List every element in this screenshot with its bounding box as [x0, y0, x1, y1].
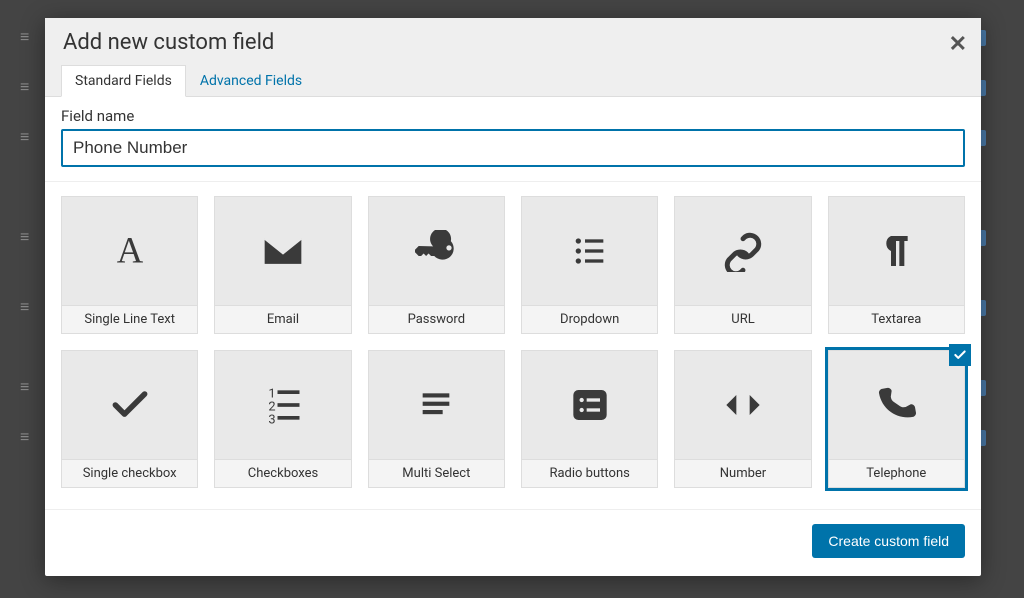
arrows-icon	[674, 350, 811, 460]
link-icon	[674, 196, 811, 306]
field-type-url[interactable]: URL	[674, 196, 811, 334]
field-type-number[interactable]: Number	[674, 350, 811, 488]
field-type-label: Password	[368, 306, 505, 334]
numbered-list-icon: 123	[214, 350, 351, 460]
close-icon[interactable]: ✕	[949, 32, 967, 57]
divider	[45, 181, 981, 182]
tab-advanced-fields[interactable]: Advanced Fields	[186, 65, 316, 97]
field-type-label: Radio buttons	[521, 460, 658, 488]
modal-title: Add new custom field	[61, 30, 965, 55]
create-custom-field-button[interactable]: Create custom field	[812, 524, 965, 558]
modal-body: Field name A Single Line Text Email Passwor…	[45, 97, 981, 509]
field-type-label: Checkboxes	[214, 460, 351, 488]
field-type-label: Dropdown	[521, 306, 658, 334]
selected-check-icon	[949, 344, 971, 366]
key-icon	[368, 196, 505, 306]
lines-icon	[368, 350, 505, 460]
field-type-label: Number	[674, 460, 811, 488]
field-type-grid: A Single Line Text Email Password Dropdown UR…	[61, 196, 965, 488]
field-name-label: Field name	[61, 107, 965, 125]
field-type-label: Single checkbox	[61, 460, 198, 488]
field-type-label: Email	[214, 306, 351, 334]
field-type-single-line-text[interactable]: A Single Line Text	[61, 196, 198, 334]
modal-header: Add new custom field ✕ Standard Fields A…	[45, 18, 981, 97]
field-type-telephone[interactable]: Telephone	[828, 350, 965, 488]
svg-text:3: 3	[268, 412, 275, 427]
pilcrow-icon	[828, 196, 965, 306]
field-name-input[interactable]	[61, 129, 965, 167]
field-type-label: Telephone	[828, 460, 965, 488]
field-type-textarea[interactable]: Textarea	[828, 196, 965, 334]
envelope-icon	[214, 196, 351, 306]
custom-field-modal: Add new custom field ✕ Standard Fields A…	[45, 18, 981, 576]
phone-icon	[828, 350, 965, 460]
field-type-label: Single Line Text	[61, 306, 198, 334]
svg-text:A: A	[116, 231, 143, 271]
field-type-password[interactable]: Password	[368, 196, 505, 334]
field-type-dropdown[interactable]: Dropdown	[521, 196, 658, 334]
field-type-email[interactable]: Email	[214, 196, 351, 334]
modal-footer: Create custom field	[45, 509, 981, 576]
radio-icon	[521, 350, 658, 460]
check-icon	[61, 350, 198, 460]
text-a-icon: A	[61, 196, 198, 306]
list-bullets-icon	[521, 196, 658, 306]
field-type-radio-buttons[interactable]: Radio buttons	[521, 350, 658, 488]
field-type-label: Textarea	[828, 306, 965, 334]
field-type-label: Multi Select	[368, 460, 505, 488]
field-type-multi-select[interactable]: Multi Select	[368, 350, 505, 488]
tab-standard-fields[interactable]: Standard Fields	[61, 65, 186, 97]
field-type-label: URL	[674, 306, 811, 334]
tabs: Standard Fields Advanced Fields	[61, 65, 965, 97]
field-type-single-checkbox[interactable]: Single checkbox	[61, 350, 198, 488]
field-type-checkboxes[interactable]: 123Checkboxes	[214, 350, 351, 488]
